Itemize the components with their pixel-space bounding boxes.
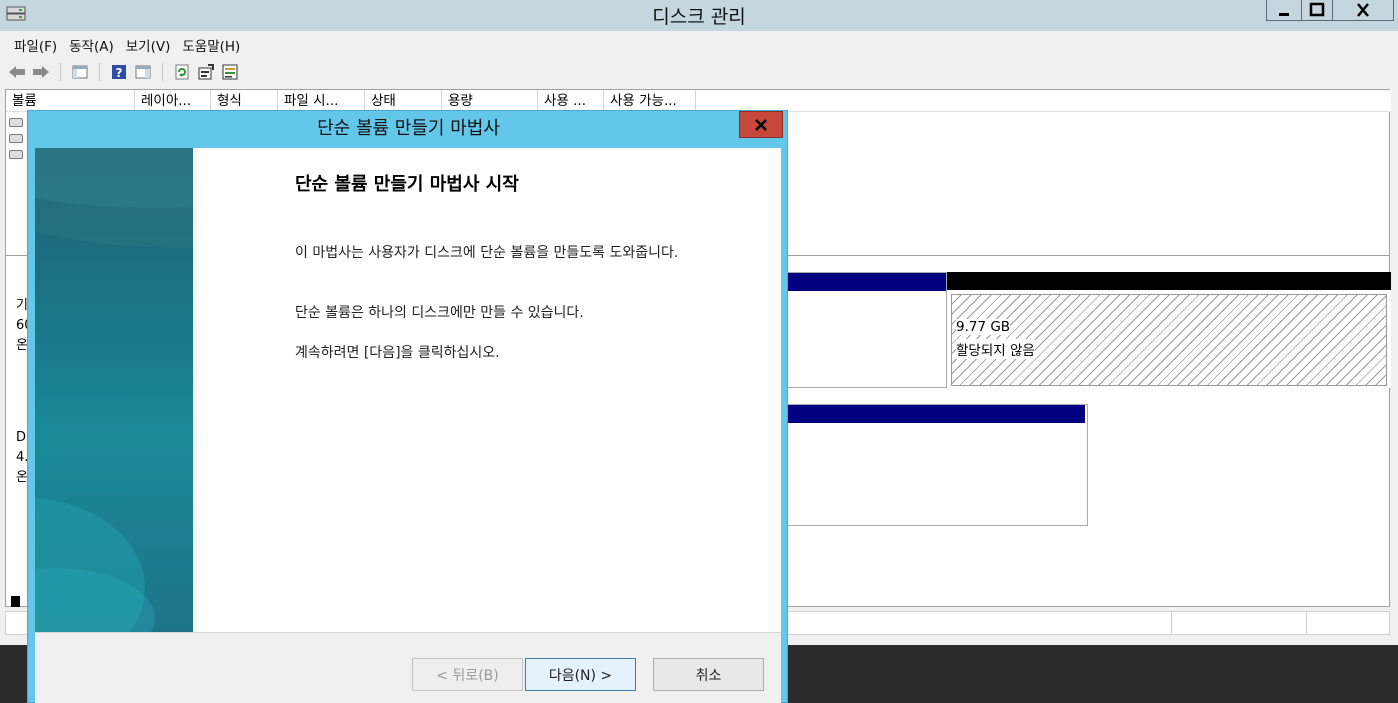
volume-drive-icon — [9, 150, 23, 159]
menu-help[interactable]: 도움말(H) — [176, 35, 246, 55]
wizard-close-button[interactable] — [739, 111, 783, 138]
window-title: 디스크 관리 — [652, 6, 746, 28]
maximize-icon — [1309, 2, 1325, 17]
back-button[interactable]: < 뒤로(B) — [412, 658, 523, 691]
volume-drive-icon — [9, 118, 23, 127]
wizard-heading: 단순 볼륨 만들기 마법사 시작 — [295, 174, 519, 195]
maximize-button[interactable] — [1301, 0, 1333, 21]
menu-action[interactable]: 동작(A) — [63, 35, 120, 55]
toolbar: ? — [0, 59, 1398, 85]
cancel-button[interactable]: 취소 — [653, 658, 764, 691]
settings-icon — [222, 64, 238, 80]
partition-header-bar — [777, 273, 946, 291]
column-header-used[interactable]: 사용 ... — [538, 90, 604, 112]
next-button[interactable]: 다음(N) > — [525, 658, 636, 691]
toolbar-separator — [60, 63, 61, 81]
show-pane-icon — [135, 65, 151, 79]
close-icon — [755, 118, 767, 131]
wizard-instruction: 계속하려면 [다음]을 클릭하십시오. — [295, 345, 500, 361]
wizard-body: 단순 볼륨 만들기 마법사 시작 이 마법사는 사용자가 디스크에 단순 볼륨을… — [35, 148, 781, 703]
close-button[interactable] — [1332, 0, 1394, 21]
status-separator — [1171, 612, 1172, 634]
partition-unallocated[interactable]: 9.77 GB 할당되지 않음 — [947, 272, 1391, 388]
wizard-banner-graphic — [35, 148, 193, 632]
menu-view[interactable]: 보기(V) — [120, 35, 177, 55]
volume-drive-icon — [9, 134, 23, 143]
partition-header-bar — [777, 405, 1085, 423]
partition-cdrom[interactable] — [776, 404, 1088, 526]
column-header-type[interactable]: 형식 — [211, 90, 278, 112]
column-header-layout[interactable]: 레이아... — [135, 90, 211, 112]
legend-unallocated-swatch — [11, 596, 20, 607]
title-bar[interactable]: 디스크 관리 — [0, 0, 1398, 31]
menu-file[interactable]: 파일(F) — [8, 35, 63, 55]
console-tree-button[interactable] — [71, 63, 89, 81]
partition-primary[interactable] — [776, 272, 947, 388]
column-header-free[interactable]: 사용 가능... — [604, 90, 696, 112]
new-simple-volume-wizard: 단순 볼륨 만들기 마법사 단순 볼륨 만들기 마법사 시작 이 마법사는 사용… — [27, 110, 788, 703]
svg-text:?: ? — [116, 66, 123, 80]
wizard-description: 단순 볼륨은 하나의 디스크에만 만들 수 있습니다. — [295, 305, 584, 321]
close-icon — [1357, 3, 1369, 17]
column-header-volume[interactable]: 볼륨 — [6, 90, 135, 112]
console-tree-icon — [72, 65, 88, 79]
toolbar-separator — [162, 63, 163, 81]
properties-icon — [198, 64, 214, 80]
settings-button[interactable] — [221, 63, 239, 81]
wizard-title: 단순 볼륨 만들기 마법사 — [317, 118, 500, 139]
wizard-description: 이 마법사는 사용자가 디스크에 단순 볼륨을 만들도록 도와줍니다. — [295, 245, 679, 261]
column-header-status[interactable]: 상태 — [365, 90, 442, 112]
minimize-icon — [1279, 13, 1289, 16]
column-header-filesystem[interactable]: 파일 시... — [278, 90, 365, 112]
unallocated-status: 할당되지 않음 — [956, 339, 1035, 359]
help-icon: ? — [112, 65, 126, 80]
refresh-icon — [175, 64, 189, 80]
column-header-capacity[interactable]: 용량 — [442, 90, 538, 112]
wizard-footer: < 뒤로(B) 다음(N) > 취소 — [35, 632, 781, 703]
wizard-content: 단순 볼륨 만들기 마법사 시작 이 마법사는 사용자가 디스크에 단순 볼륨을… — [193, 148, 781, 632]
back-icon — [9, 66, 25, 78]
properties-button[interactable] — [197, 63, 215, 81]
back-button[interactable] — [8, 63, 26, 81]
unallocated-body: 9.77 GB 할당되지 않음 — [951, 294, 1387, 386]
volume-list-header: 볼륨 레이아... 형식 파일 시... 상태 용량 사용 ... 사용 가능.… — [6, 90, 1391, 112]
refresh-button[interactable] — [173, 63, 191, 81]
forward-button[interactable] — [32, 63, 50, 81]
help-button[interactable]: ? — [110, 63, 128, 81]
wizard-banner — [35, 148, 193, 632]
menu-bar: 파일(F) 동작(A) 보기(V) 도움말(H) — [0, 31, 1398, 58]
unallocated-size: 9.77 GB — [956, 319, 1011, 335]
toolbar-separator — [99, 63, 100, 81]
minimize-button[interactable] — [1266, 0, 1302, 21]
status-separator — [1306, 612, 1307, 634]
unallocated-header-bar — [947, 272, 1391, 290]
show-pane-button[interactable] — [134, 63, 152, 81]
forward-icon — [33, 66, 49, 78]
